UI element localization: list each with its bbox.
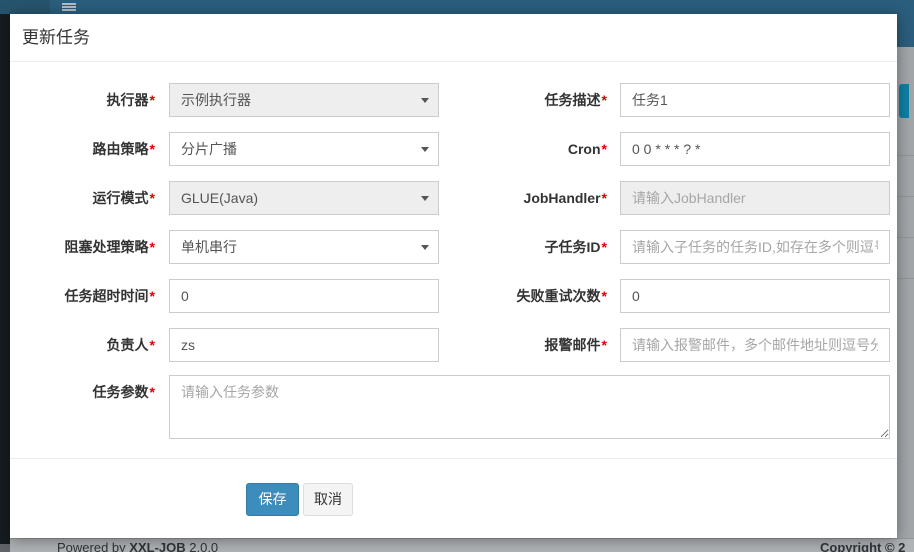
fail-retry-label: 失败重试次数* xyxy=(450,279,607,313)
glue-type-select[interactable]: GLUE(Java) xyxy=(169,181,439,215)
cancel-button[interactable]: 取消 xyxy=(303,483,353,516)
modal-title: 更新任务 xyxy=(10,14,897,62)
background-table-line xyxy=(897,155,914,156)
job-param-textarea[interactable] xyxy=(169,375,890,439)
page-footer: Powered by XXL-JOB 2.0.0 Copyright © 2 xyxy=(10,538,914,552)
child-jobid-label: 子任务ID* xyxy=(450,230,607,264)
save-button[interactable]: 保存 xyxy=(246,483,299,516)
brand-name: XXL-JOB xyxy=(129,540,185,552)
block-strategy-select[interactable]: 单机串行 xyxy=(169,230,439,264)
powered-by-text: Powered by XXL-JOB 2.0.0 xyxy=(57,540,218,552)
cron-input[interactable] xyxy=(620,132,890,166)
cron-label: Cron* xyxy=(450,132,607,166)
background-table-line xyxy=(897,278,914,279)
job-desc-input[interactable] xyxy=(620,83,890,117)
chevron-down-icon xyxy=(421,245,429,250)
author-input[interactable] xyxy=(169,328,439,362)
route-strategy-select[interactable]: 分片广播 xyxy=(169,132,439,166)
chevron-down-icon xyxy=(421,147,429,152)
fail-retry-input[interactable] xyxy=(620,279,890,313)
update-job-modal: 更新任务 执行器* 示例执行器 任务描述* 路由策略* 分片广播 Cron* 运… xyxy=(10,14,897,538)
child-jobid-input[interactable] xyxy=(620,230,890,264)
version-text: 2.0.0 xyxy=(189,540,218,552)
sidebar-collapsed-edge xyxy=(0,14,10,544)
executor-label: 执行器* xyxy=(20,83,155,117)
job-desc-label: 任务描述* xyxy=(450,83,607,117)
chevron-down-icon xyxy=(421,196,429,201)
alarm-email-input[interactable] xyxy=(620,328,890,362)
sidebar-footer-edge xyxy=(0,544,10,552)
copyright-text: Copyright © 2 xyxy=(820,540,905,552)
block-strategy-label: 阻塞处理策略* xyxy=(20,230,155,264)
route-strategy-label: 路由策略* xyxy=(20,132,155,166)
timeout-label: 任务超时时间* xyxy=(20,279,155,313)
button-area-divider xyxy=(10,458,897,459)
executor-select[interactable]: 示例执行器 xyxy=(169,83,439,117)
glue-type-label: 运行模式* xyxy=(20,181,155,215)
job-handler-label: JobHandler* xyxy=(450,181,607,215)
background-table-line xyxy=(897,237,914,238)
job-param-label: 任务参数* xyxy=(20,375,155,409)
author-label: 负责人* xyxy=(20,328,155,362)
chevron-down-icon xyxy=(421,98,429,103)
alarm-email-label: 报警邮件* xyxy=(450,328,607,362)
timeout-input[interactable] xyxy=(169,279,439,313)
hamburger-menu-icon[interactable] xyxy=(62,3,76,13)
background-table-line xyxy=(897,196,914,197)
screen: Powered by XXL-JOB 2.0.0 Copyright © 2 更… xyxy=(0,0,914,552)
job-handler-input[interactable] xyxy=(620,181,890,215)
background-add-button-fragment xyxy=(899,84,909,118)
